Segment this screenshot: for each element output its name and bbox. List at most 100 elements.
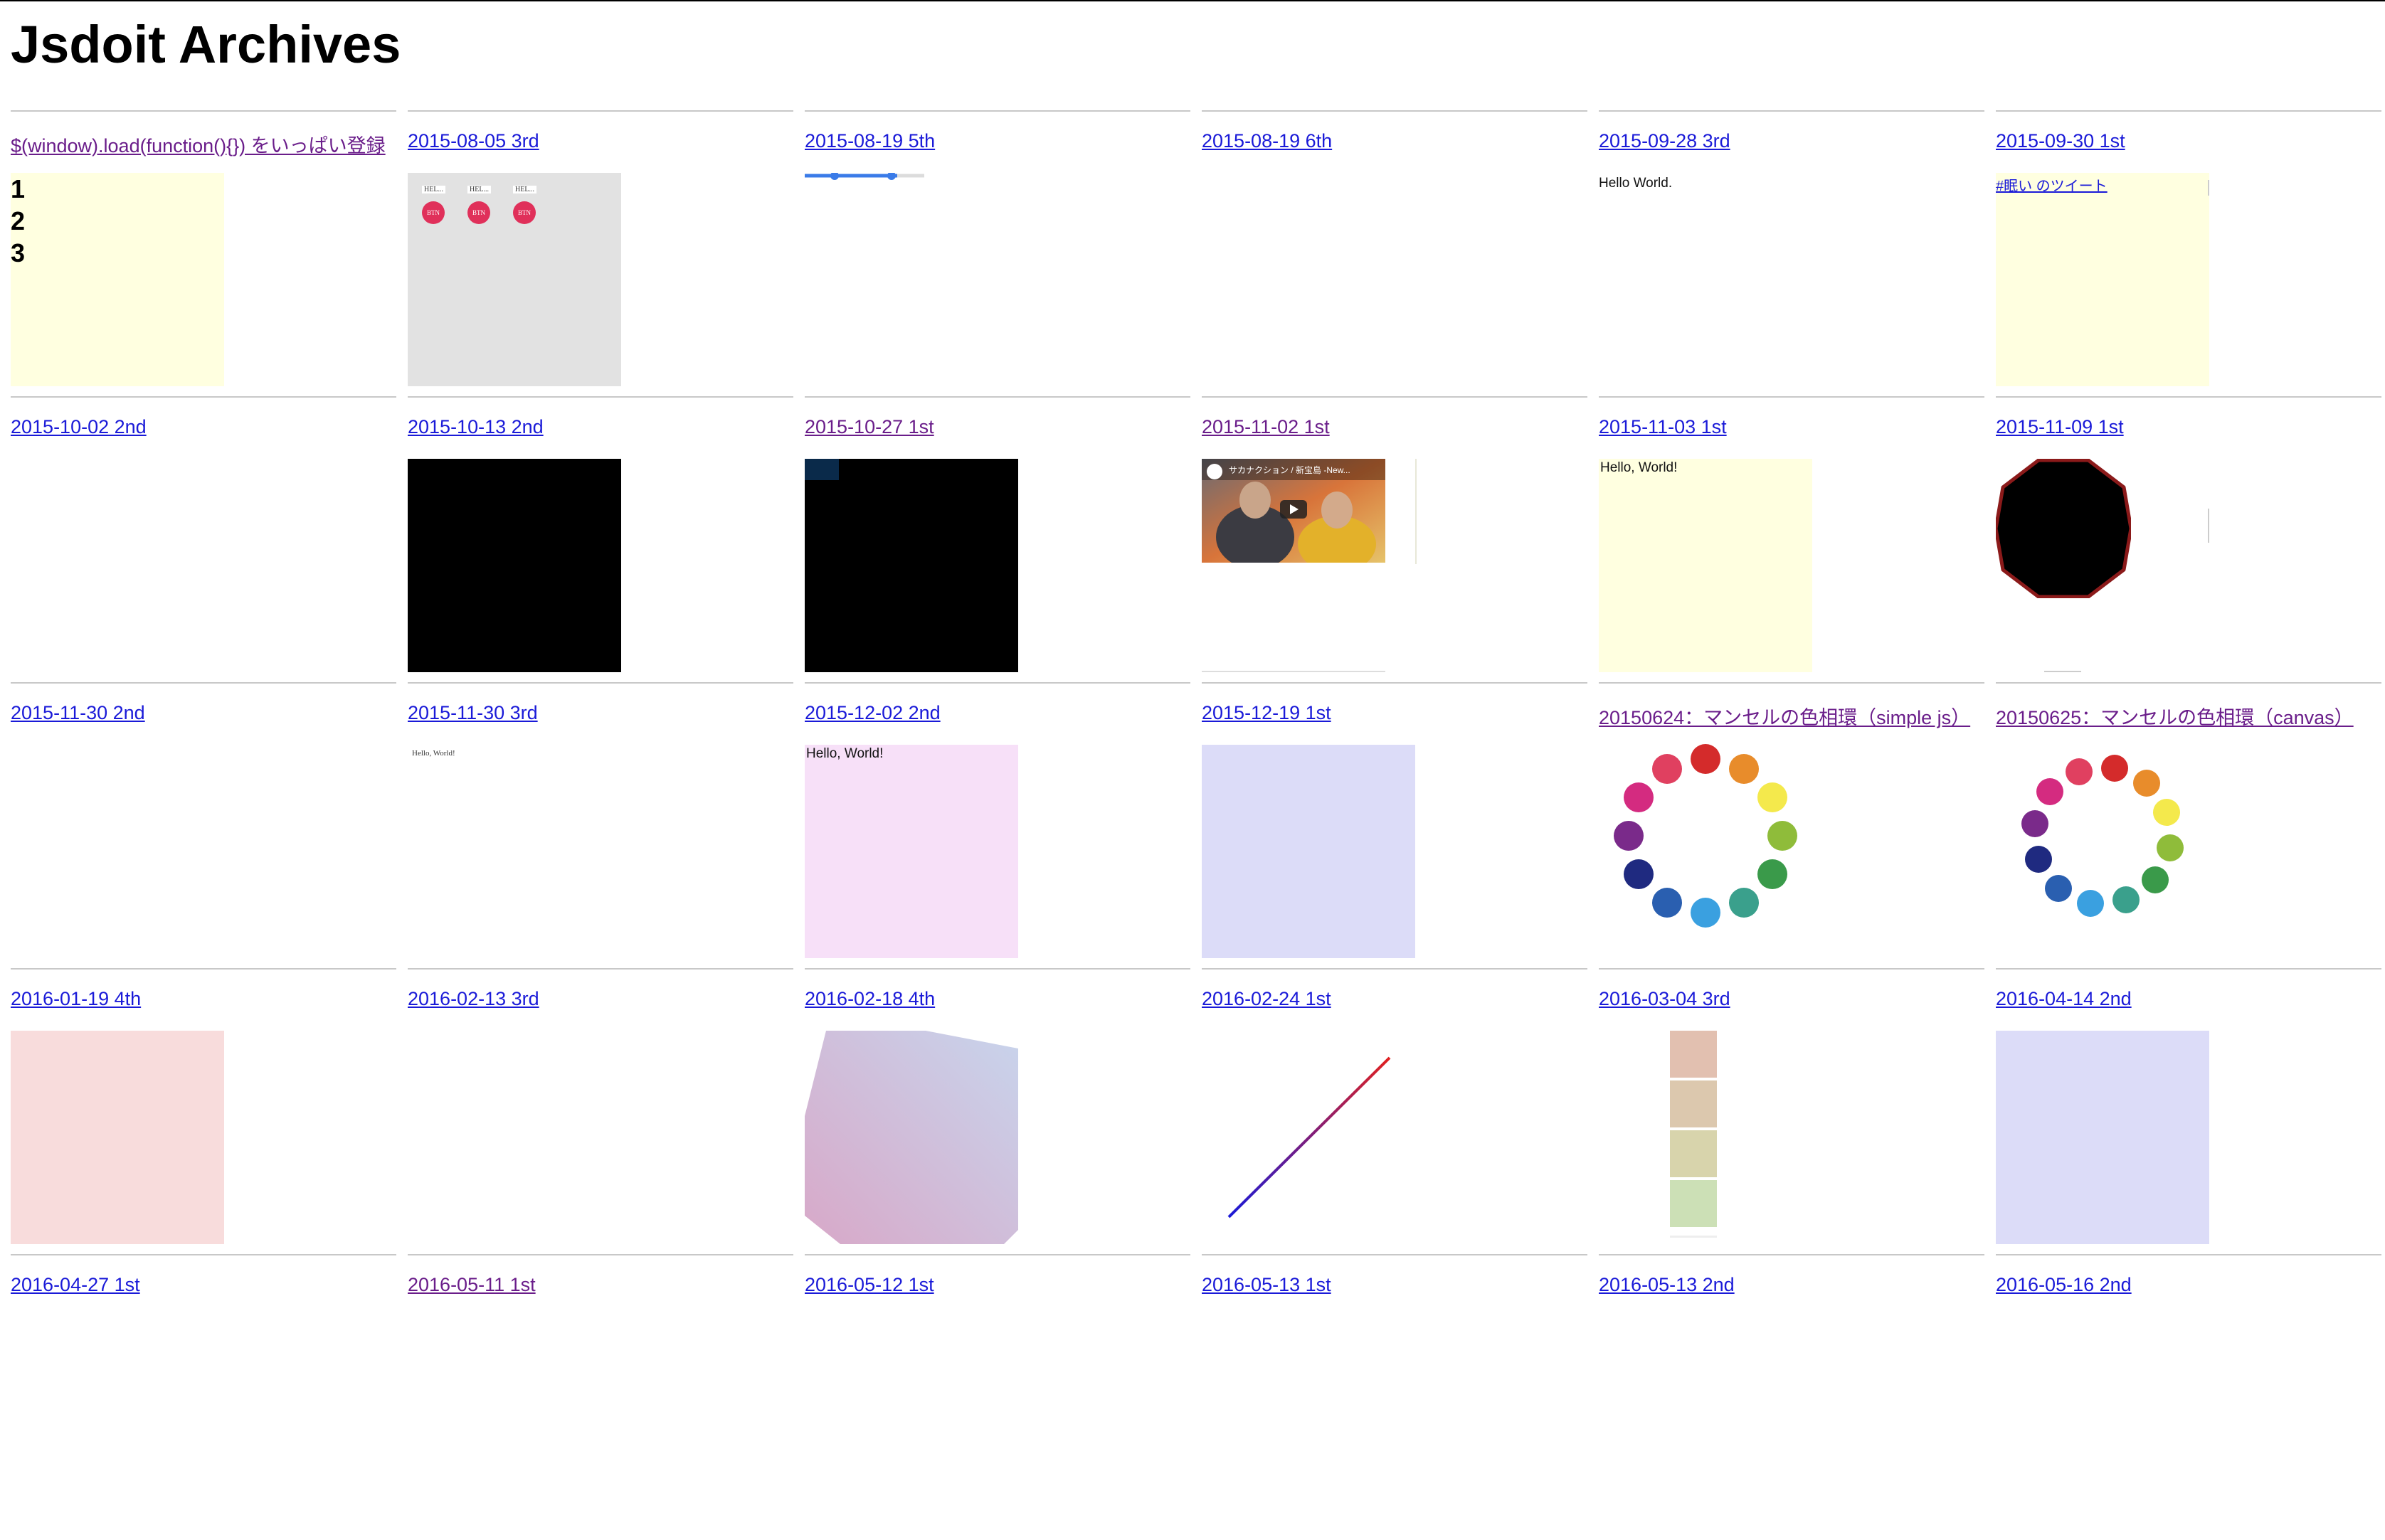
preview-frame: サカナクション / 新宝島 -New... <box>1202 459 1417 672</box>
archive-entry: 2015-10-13 2nd <box>408 396 793 682</box>
preview-frame <box>1599 1031 1812 1244</box>
entry-link[interactable]: 2016-04-14 2nd <box>1996 988 2132 1010</box>
tweet-link[interactable]: #眠い のツイート <box>1996 174 2108 195</box>
hue-dot <box>2045 874 2073 902</box>
archive-entry: 2016-05-16 2nd <box>1996 1254 2381 1540</box>
color-swatch <box>1670 1180 1717 1227</box>
preview-frame: Hello, World! <box>805 745 1018 958</box>
entry-link[interactable]: 20150624：マンセルの色相環（simple js） <box>1599 702 1970 730</box>
preview-frame <box>1996 1031 2209 1244</box>
list-number: 2 <box>11 206 26 235</box>
hue-dot <box>1691 744 1720 774</box>
entry-link[interactable]: 2015-09-28 3rd <box>1599 130 1730 152</box>
hello-label: HEL... <box>467 186 491 193</box>
list-number: 3 <box>11 238 26 267</box>
entry-link[interactable]: 2016-02-18 4th <box>805 988 935 1010</box>
entry-link[interactable]: 2016-05-11 1st <box>408 1274 536 1296</box>
preview-frame <box>408 1031 621 1244</box>
video-thumbnail[interactable]: サカナクション / 新宝島 -New... <box>1202 459 1385 563</box>
entry-link[interactable]: 2015-11-09 1st <box>1996 416 2124 438</box>
preview-frame: HEL... BTN HEL... BTN HEL... BTN <box>408 173 621 386</box>
hue-dot <box>1757 782 1787 812</box>
entry-link[interactable]: 2015-08-05 3rd <box>408 130 539 152</box>
archive-entry: 2016-05-13 2nd <box>1599 1254 1984 1540</box>
entry-link[interactable]: 20150625：マンセルの色相環（canvas） <box>1996 702 2354 730</box>
archive-entry: 2015-12-02 2nd Hello, World! <box>805 682 1190 968</box>
hue-dot <box>2141 866 2169 893</box>
entry-link[interactable]: 2016-05-16 2nd <box>1996 1274 2132 1296</box>
archive-entry: 2016-03-04 3rd <box>1599 968 1984 1254</box>
archive-entry: 2016-05-12 1st <box>805 1254 1190 1540</box>
archive-entry: 2015-08-19 5th <box>805 110 1190 396</box>
preview-frame <box>1599 744 1812 958</box>
hue-dot <box>1729 887 1759 918</box>
preview-frame <box>1996 459 2209 672</box>
demo-button[interactable]: BTN <box>467 201 490 224</box>
demo-button[interactable]: BTN <box>422 201 445 224</box>
entry-link[interactable]: 2016-05-13 1st <box>1202 1274 1331 1296</box>
entry-link[interactable]: 2015-11-30 3rd <box>408 702 538 724</box>
gradient-polygon <box>805 1031 1018 1244</box>
archive-entry: 2015-11-03 1st Hello, World! <box>1599 396 1984 682</box>
hue-dot <box>2024 845 2052 873</box>
entry-link[interactable]: 2016-04-27 1st <box>11 1274 140 1296</box>
hue-dot <box>1767 821 1797 851</box>
entry-link[interactable]: 2016-05-13 2nd <box>1599 1274 1735 1296</box>
hue-dot <box>1652 887 1682 918</box>
hello-label: HEL... <box>422 186 445 193</box>
hue-dot <box>2036 778 2064 806</box>
preview-frame <box>1202 1031 1415 1244</box>
archive-entry: 2015-08-05 3rd HEL... BTN HEL... BTN HEL... BT… <box>408 110 793 396</box>
entry-link[interactable]: 2015-11-30 2nd <box>11 702 145 724</box>
demo-button[interactable]: BTN <box>513 201 536 224</box>
entry-link[interactable]: 2016-01-19 4th <box>11 988 141 1010</box>
entry-link[interactable]: 2015-12-02 2nd <box>805 702 941 724</box>
color-swatch <box>1670 1080 1717 1127</box>
preview-frame: Hello, World! <box>408 745 621 958</box>
preview-frame <box>11 745 224 958</box>
archive-entry: 2016-04-27 1st <box>11 1254 396 1540</box>
entry-link[interactable]: 2016-05-12 1st <box>805 1274 934 1296</box>
entry-link[interactable]: 2015-10-27 1st <box>805 416 934 438</box>
hue-dot <box>2132 770 2160 797</box>
entry-link[interactable]: 2015-11-02 1st <box>1202 416 1330 438</box>
entry-link[interactable]: 2015-10-02 2nd <box>11 416 147 438</box>
archive-entry: 2015-11-30 3rd Hello, World! <box>408 682 793 968</box>
archive-entry: 2016-02-18 4th <box>805 968 1190 1254</box>
preview-frame: Hello, World! <box>1599 459 1812 672</box>
preview-frame: 1 2 3 <box>11 173 224 386</box>
entry-link[interactable]: 2016-03-04 3rd <box>1599 988 1730 1010</box>
hello-label: HEL... <box>513 186 536 193</box>
preview-frame: #眠い のツイート <box>1996 173 2209 386</box>
preview-frame <box>11 1031 224 1244</box>
archive-entry: 2015-11-30 2nd <box>11 682 396 968</box>
color-swatch <box>1670 1031 1717 1078</box>
entry-link[interactable]: 2016-02-24 1st <box>1202 988 1331 1010</box>
archive-entry: 2015-09-30 1st #眠い のツイート <box>1996 110 2381 396</box>
hue-dot <box>1624 782 1654 812</box>
entry-link[interactable]: 2015-11-03 1st <box>1599 416 1727 438</box>
range-slider[interactable] <box>805 173 924 180</box>
entry-link[interactable]: 2015-08-19 6th <box>1202 130 1332 152</box>
archive-entry: 20150624：マンセルの色相環（simple js） <box>1599 682 1984 968</box>
hue-dot <box>1652 754 1682 785</box>
video-caption: サカナクション / 新宝島 -New... <box>1229 465 1350 475</box>
frame-edge <box>2208 180 2209 196</box>
entry-link[interactable]: 2016-02-13 3rd <box>408 988 539 1010</box>
color-swatch <box>1670 1130 1717 1177</box>
entry-link[interactable]: 2015-12-19 1st <box>1202 702 1331 724</box>
entry-link[interactable]: $(window).load(function(){}) をいっぱい登録 <box>11 130 386 158</box>
hue-dot <box>2153 799 2181 827</box>
archive-entry: 2016-02-13 3rd <box>408 968 793 1254</box>
entry-link[interactable]: 2015-08-19 5th <box>805 130 935 152</box>
preview-frame <box>1202 745 1415 958</box>
frame-edge <box>2208 509 2209 543</box>
entry-link[interactable]: 2015-09-30 1st <box>1996 130 2125 152</box>
archive-entry: 2016-05-13 1st <box>1202 1254 1587 1540</box>
console-bar <box>805 459 839 480</box>
hue-dot <box>2077 889 2105 917</box>
hue-dot <box>2156 834 2184 861</box>
entry-link[interactable]: 2015-10-13 2nd <box>408 416 544 438</box>
archive-entry: 2015-10-27 1st <box>805 396 1190 682</box>
page-title: Jsdoit Archives <box>11 15 401 74</box>
